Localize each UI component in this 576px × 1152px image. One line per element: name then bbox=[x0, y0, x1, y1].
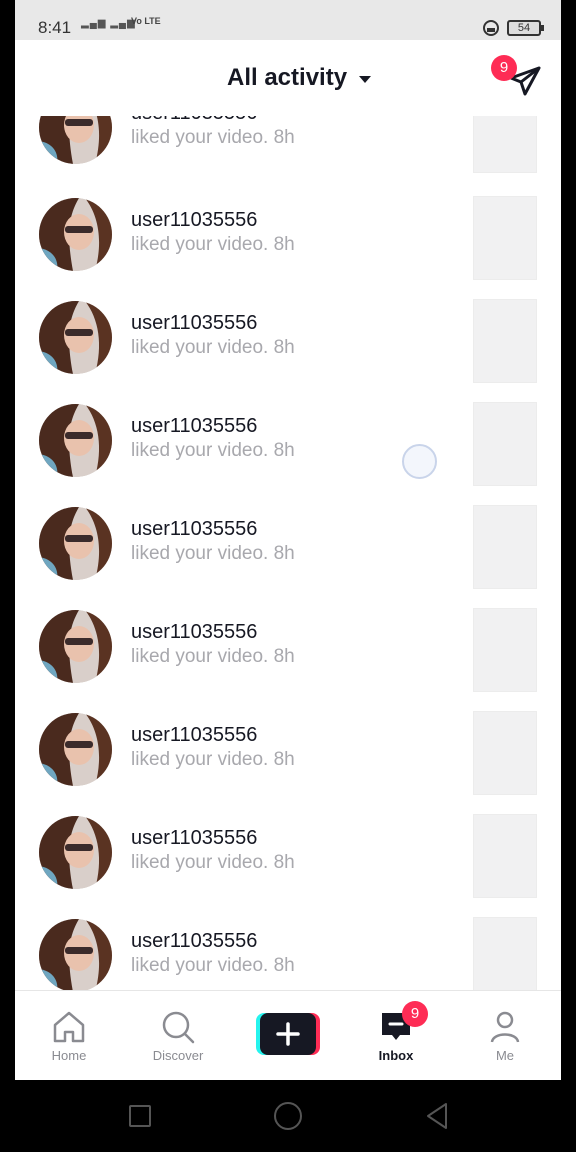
video-thumbnail[interactable] bbox=[473, 814, 537, 898]
touch-ripple bbox=[402, 444, 437, 479]
list-item[interactable]: user11035556 liked your video. 8h bbox=[15, 917, 561, 990]
video-thumbnail[interactable] bbox=[473, 711, 537, 795]
list-item[interactable]: user11035556 liked your video. 8h bbox=[15, 814, 561, 919]
signal-icon: ▂▄▆ ▂▄▆ bbox=[81, 18, 136, 29]
list-item[interactable]: user11035556 liked your video. 8h bbox=[15, 711, 561, 816]
battery-icon: 54 bbox=[507, 20, 544, 36]
app-screen: 8:41 ▂▄▆ ▂▄▆ Vo LTE 54 All activity 9 us… bbox=[15, 0, 561, 1080]
activity-text: liked your video. 8h bbox=[131, 852, 295, 873]
activity-text: liked your video. 8h bbox=[131, 337, 295, 358]
avatar[interactable] bbox=[39, 198, 112, 271]
nav-home[interactable]: Home bbox=[15, 991, 105, 1080]
video-thumbnail[interactable] bbox=[473, 196, 537, 280]
search-icon bbox=[162, 1011, 195, 1044]
avatar[interactable] bbox=[39, 301, 112, 374]
username[interactable]: user11035556 bbox=[131, 930, 257, 953]
list-item[interactable]: user11035556 liked your video. 8h bbox=[15, 196, 561, 301]
nav-discover-label: Discover bbox=[152, 1048, 204, 1063]
nav-me-label: Me bbox=[495, 1048, 515, 1063]
bottom-nav: Home Discover Inbox 9 Me bbox=[15, 990, 561, 1080]
nav-discover[interactable]: Discover bbox=[124, 991, 214, 1080]
username[interactable]: user11035556 bbox=[131, 827, 257, 850]
video-thumbnail[interactable] bbox=[473, 299, 537, 383]
recent-apps-icon[interactable] bbox=[129, 1105, 151, 1127]
avatar[interactable] bbox=[39, 507, 112, 580]
status-time: 8:41 bbox=[38, 18, 72, 37]
activity-text: liked your video. 8h bbox=[131, 127, 295, 148]
video-thumbnail[interactable] bbox=[473, 917, 537, 990]
username[interactable]: user11035556 bbox=[131, 415, 257, 438]
status-bar: 8:41 ▂▄▆ ▂▄▆ Vo LTE 54 bbox=[15, 0, 561, 40]
video-thumbnail[interactable] bbox=[473, 505, 537, 589]
activity-text: liked your video. 8h bbox=[131, 234, 295, 255]
username[interactable]: user11035556 bbox=[131, 621, 257, 644]
activity-text: liked your video. 8h bbox=[131, 440, 295, 461]
avatar[interactable] bbox=[39, 713, 112, 786]
back-icon[interactable] bbox=[424, 1102, 450, 1130]
activity-filter-title[interactable]: All activity bbox=[227, 64, 347, 92]
nav-inbox-label: Inbox bbox=[378, 1048, 414, 1063]
list-item[interactable]: user11035556 liked your video. 8h bbox=[15, 116, 561, 194]
home-button-icon[interactable] bbox=[274, 1102, 302, 1130]
network-type: Vo LTE bbox=[131, 16, 161, 26]
create-button[interactable] bbox=[256, 1013, 320, 1055]
username[interactable]: user11035556 bbox=[131, 724, 257, 747]
avatar[interactable] bbox=[39, 816, 112, 889]
list-item[interactable]: user11035556 liked your video. 8h bbox=[15, 402, 561, 507]
profile-icon bbox=[490, 1011, 520, 1043]
data-saver-icon bbox=[483, 20, 499, 36]
username[interactable]: user11035556 bbox=[131, 312, 257, 335]
list-item[interactable]: user11035556 liked your video. 8h bbox=[15, 505, 561, 610]
list-item[interactable]: user11035556 liked your video. 8h bbox=[15, 299, 561, 404]
video-thumbnail[interactable] bbox=[473, 608, 537, 692]
activity-text: liked your video. 8h bbox=[131, 646, 295, 667]
video-thumbnail[interactable] bbox=[473, 116, 537, 173]
activity-list: user11035556 liked your video. 8h user11… bbox=[15, 116, 561, 990]
home-icon bbox=[53, 1011, 85, 1043]
system-nav-bar bbox=[0, 1080, 576, 1152]
activity-text: liked your video. 8h bbox=[131, 955, 295, 976]
list-item[interactable]: user11035556 liked your video. 8h bbox=[15, 608, 561, 713]
activity-header: All activity 9 bbox=[15, 40, 561, 116]
avatar[interactable] bbox=[39, 610, 112, 683]
activity-text: liked your video. 8h bbox=[131, 543, 295, 564]
activity-text: liked your video. 8h bbox=[131, 749, 295, 770]
username[interactable]: user11035556 bbox=[131, 518, 257, 541]
username[interactable]: user11035556 bbox=[131, 209, 257, 232]
avatar[interactable] bbox=[39, 919, 112, 990]
inbox-badge: 9 bbox=[402, 1001, 428, 1027]
messages-badge: 9 bbox=[491, 55, 517, 81]
nav-me[interactable]: Me bbox=[451, 991, 541, 1080]
avatar[interactable] bbox=[39, 404, 112, 477]
video-thumbnail[interactable] bbox=[473, 402, 537, 486]
username[interactable]: user11035556 bbox=[131, 116, 257, 125]
avatar[interactable] bbox=[39, 116, 112, 164]
nav-home-label: Home bbox=[51, 1048, 87, 1063]
caret-down-icon[interactable] bbox=[359, 76, 371, 83]
